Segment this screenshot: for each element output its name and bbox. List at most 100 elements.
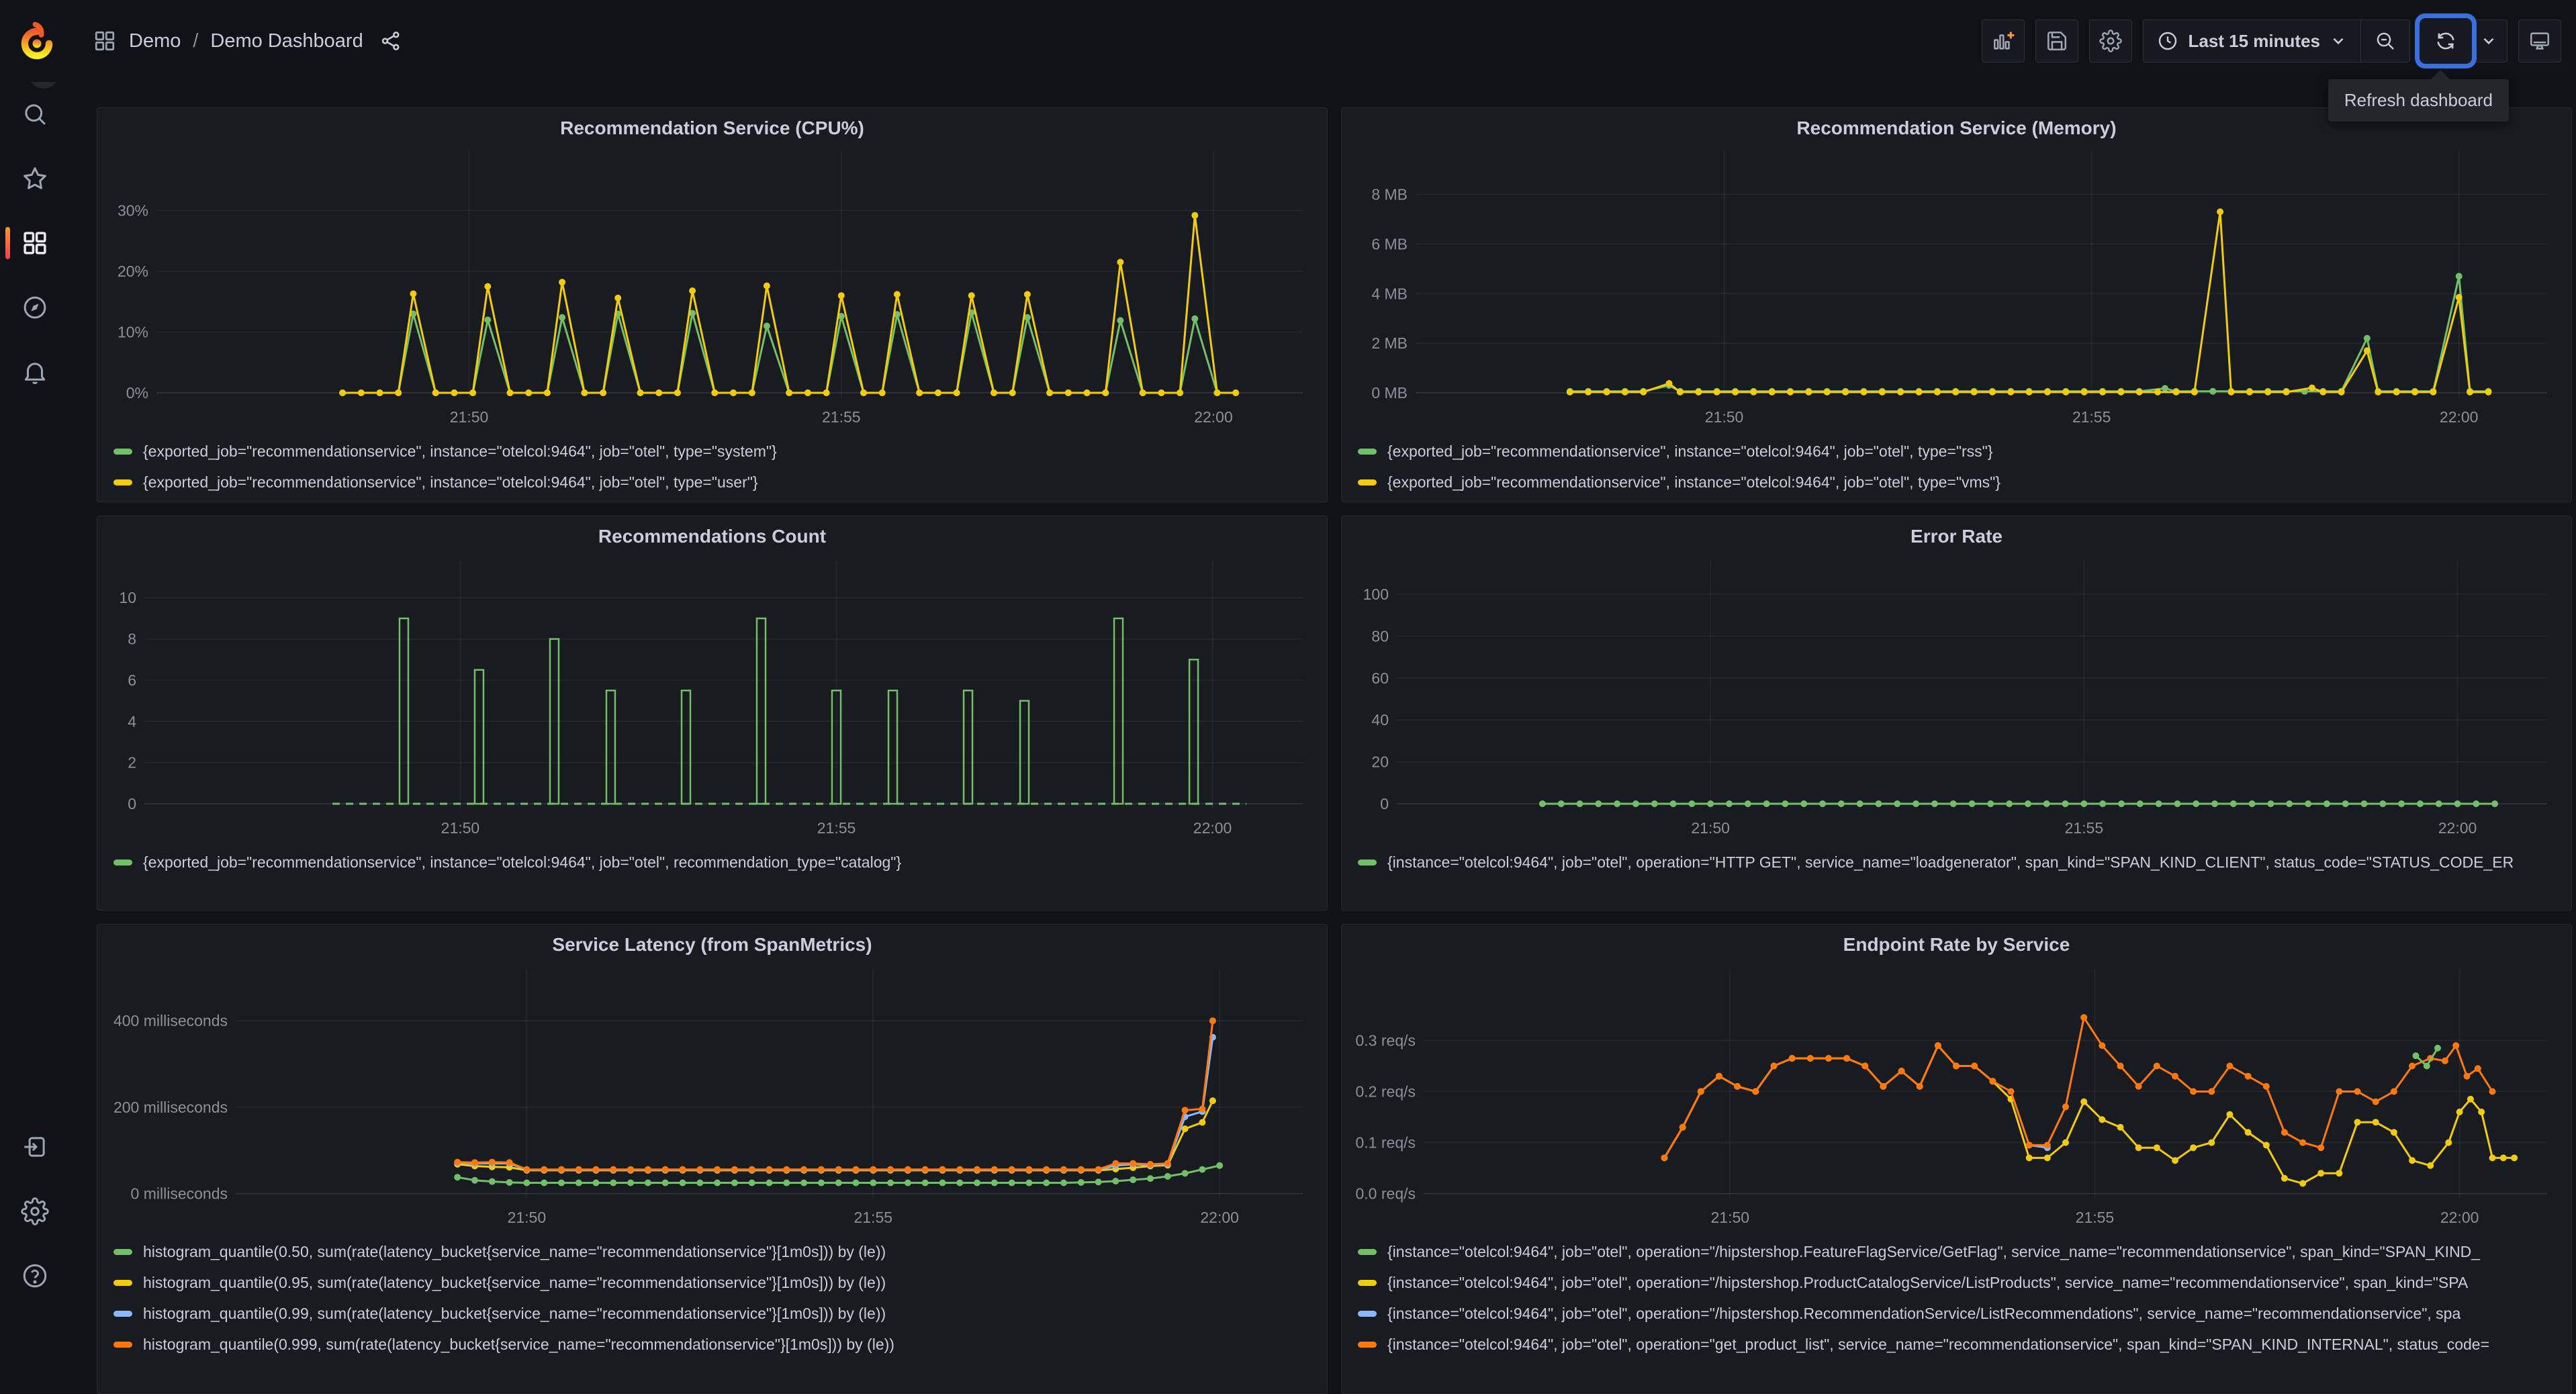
help-circle-icon	[23, 1264, 47, 1288]
bell-icon	[24, 363, 46, 384]
top-nav: Demo / Demo Dashboard Last 15 minutes	[0, 0, 2576, 82]
svg-text:21:50: 21:50	[450, 408, 489, 426]
panel-title[interactable]: Error Rate	[1348, 520, 2565, 553]
legend-series-label[interactable]: {instance="otelcol:9464", job="otel", op…	[1387, 853, 2514, 872]
svg-text:10%: 10%	[118, 324, 148, 341]
svg-text:0.1 req/s: 0.1 req/s	[1356, 1134, 1416, 1152]
svg-text:0.2 req/s: 0.2 req/s	[1356, 1083, 1416, 1101]
chevron-down-icon	[2333, 38, 2344, 45]
breadcrumb-separator: /	[193, 30, 199, 52]
refresh-dashboard-button[interactable]	[2422, 20, 2470, 62]
breadcrumb-section[interactable]: Demo	[129, 30, 181, 52]
legend-series-label[interactable]: {instance="otelcol:9464", job="otel", op…	[1387, 1305, 2460, 1323]
svg-text:22:00: 22:00	[2440, 1209, 2479, 1226]
legend-series-label[interactable]: {exported_job="recommendationservice", i…	[143, 853, 901, 872]
sidebar-item-search[interactable]	[0, 82, 70, 146]
chart-canvas[interactable]: 0% 10% 20% 30% 21:50 21:55 22:00	[104, 142, 1320, 429]
svg-text:21:50: 21:50	[1705, 408, 1744, 426]
refresh-interval-dropdown[interactable]	[2471, 20, 2507, 62]
legend-swatch	[113, 448, 132, 455]
share-icon[interactable]	[379, 30, 402, 52]
sidebar-item-starred[interactable]	[0, 146, 70, 211]
sidebar-item-dashboards[interactable]	[0, 211, 70, 275]
legend-item: {instance="otelcol:9464", job="otel", op…	[1358, 1329, 2561, 1360]
zoom-out-time-button[interactable]	[2361, 20, 2409, 62]
time-range-picker[interactable]: Last 15 minutes	[2144, 20, 2360, 62]
svg-text:20%: 20%	[118, 263, 148, 280]
legend-series-label[interactable]: {exported_job="recommendationservice", i…	[143, 443, 777, 461]
svg-text:21:55: 21:55	[822, 408, 861, 426]
dashboards-grid-icon	[95, 31, 115, 51]
add-panel-button[interactable]	[1982, 19, 2025, 62]
svg-text:2 MB: 2 MB	[1371, 334, 1408, 352]
legend-series-label[interactable]: {exported_job="recommendationservice", i…	[1387, 443, 1993, 461]
legend-series-label[interactable]: {instance="otelcol:9464", job="otel", op…	[1387, 1243, 2480, 1261]
legend-item: {exported_job="recommendationservice", i…	[113, 467, 1316, 498]
refresh-tooltip: Refresh dashboard	[2328, 70, 2509, 122]
panel-legend: {instance="otelcol:9464", job="otel", op…	[1348, 840, 2565, 878]
sidebar-item-sign-in[interactable]	[0, 1115, 70, 1179]
svg-text:30%: 30%	[118, 202, 148, 220]
chart-canvas[interactable]: 0 2 4 6 8 10 21:50 21:55 22:00	[104, 553, 1320, 840]
sidebar-item-explore[interactable]	[0, 275, 70, 340]
chart-canvas[interactable]: 0 milliseconds 200 milliseconds 400 millis…	[104, 961, 1320, 1229]
legend-series-label[interactable]: {instance="otelcol:9464", job="otel", op…	[1387, 1274, 2468, 1292]
svg-text:22:00: 22:00	[1193, 819, 1232, 837]
svg-text:21:55: 21:55	[2076, 1209, 2115, 1226]
panel-title[interactable]: Endpoint Rate by Service	[1348, 929, 2565, 961]
svg-text:4: 4	[128, 712, 136, 730]
svg-text:20: 20	[1371, 753, 1389, 771]
breadcrumb-page[interactable]: Demo Dashboard	[210, 30, 363, 52]
chart-canvas[interactable]: 0 MB 2 MB 4 MB 6 MB 8 MB 21:50 21:55 22:00	[1348, 142, 2565, 429]
legend-swatch	[1358, 1279, 1377, 1286]
legend-swatch	[1358, 448, 1377, 455]
svg-text:0.0 req/s: 0.0 req/s	[1356, 1185, 1416, 1203]
legend-series-label[interactable]: {instance="otelcol:9464", job="otel", op…	[1387, 1336, 2489, 1354]
legend-item: histogram_quantile(0.99, sum(rate(latenc…	[113, 1298, 1316, 1329]
svg-text:10: 10	[119, 589, 136, 606]
legend-swatch	[113, 1279, 132, 1286]
legend-item: {exported_job="recommendationservice", i…	[1358, 467, 2561, 498]
panel-title[interactable]: Recommendation Service (CPU%)	[104, 112, 1320, 142]
legend-swatch	[1358, 479, 1377, 485]
legend-item: histogram_quantile(0.50, sum(rate(latenc…	[113, 1236, 1316, 1267]
chart-canvas[interactable]: 0.0 req/s 0.1 req/s 0.2 req/s 0.3 req/s 21:5…	[1348, 961, 2565, 1229]
kiosk-mode-button[interactable]	[2518, 19, 2561, 62]
legend-item: {exported_job="recommendationservice", i…	[113, 847, 1316, 878]
svg-text:400 milliseconds: 400 milliseconds	[113, 1012, 228, 1029]
svg-text:40: 40	[1371, 711, 1389, 729]
sidebar-item-alerting[interactable]	[0, 340, 70, 404]
legend-swatch	[1358, 859, 1377, 866]
panel-title[interactable]: Recommendations Count	[104, 520, 1320, 553]
svg-text:200 milliseconds: 200 milliseconds	[113, 1099, 228, 1116]
sidebar-item-settings[interactable]	[0, 1179, 70, 1244]
legend-item: {instance="otelcol:9464", job="otel", op…	[1358, 1236, 2561, 1267]
refresh-group	[2421, 19, 2508, 62]
svg-text:6: 6	[128, 671, 136, 689]
search-icon	[25, 104, 46, 125]
legend-series-label[interactable]: {exported_job="recommendationservice", i…	[1387, 473, 2000, 492]
legend-swatch	[113, 1341, 132, 1348]
legend-swatch	[1358, 1310, 1377, 1317]
panel-legend: {exported_job="recommendationservice", i…	[104, 429, 1320, 498]
svg-text:0.3 req/s: 0.3 req/s	[1356, 1031, 1416, 1049]
svg-text:21:50: 21:50	[1710, 1209, 1749, 1226]
legend-series-label[interactable]: histogram_quantile(0.999, sum(rate(laten…	[143, 1336, 894, 1354]
chart-canvas[interactable]: 0 20 40 60 80 100 21:50 21:55 22:00	[1348, 553, 2565, 840]
legend-series-label[interactable]: histogram_quantile(0.99, sum(rate(latenc…	[143, 1305, 886, 1323]
grafana-logo[interactable]	[16, 20, 58, 62]
save-dashboard-button[interactable]	[2035, 19, 2079, 62]
legend-item: {exported_job="recommendationservice", i…	[113, 436, 1316, 467]
legend-series-label[interactable]: histogram_quantile(0.95, sum(rate(latenc…	[143, 1274, 886, 1292]
svg-text:0: 0	[1380, 795, 1389, 812]
svg-text:21:55: 21:55	[854, 1209, 892, 1226]
sidebar-item-help[interactable]	[0, 1244, 70, 1308]
refresh-icon	[2437, 32, 2454, 50]
panel-title[interactable]: Service Latency (from SpanMetrics)	[104, 929, 1320, 961]
legend-series-label[interactable]: histogram_quantile(0.50, sum(rate(latenc…	[143, 1243, 886, 1261]
time-range-label: Last 15 minutes	[2188, 30, 2320, 51]
svg-text:4 MB: 4 MB	[1371, 285, 1408, 302]
dashboard-settings-button[interactable]	[2089, 19, 2133, 62]
legend-series-label[interactable]: {exported_job="recommendationservice", i…	[143, 473, 758, 492]
panel-recommendations-count: Recommendations Count 0 2 4 6 8 10 21:50 21:55 2…	[97, 516, 1328, 911]
